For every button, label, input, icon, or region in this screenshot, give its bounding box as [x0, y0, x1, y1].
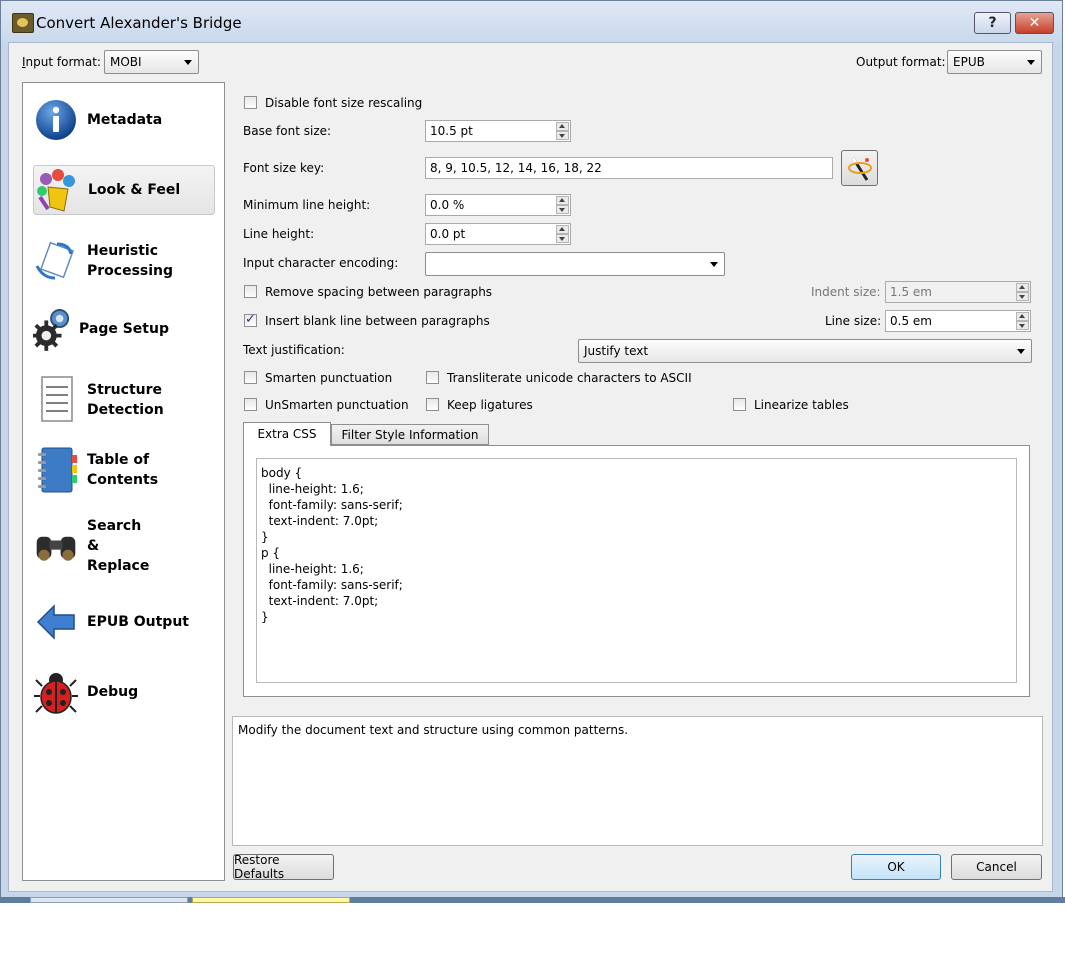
- indent-size-spinbox[interactable]: 1.5 em: [885, 281, 1031, 303]
- sidebar-item-debug[interactable]: Debug: [33, 667, 213, 717]
- sidebar-item-heuristic-processing[interactable]: Heuristic Processing: [33, 237, 213, 285]
- ladybug-icon: [33, 669, 79, 715]
- sidebar-item-table-of-contents[interactable]: Table of Contents: [33, 445, 213, 495]
- binoculars-icon: [33, 523, 79, 569]
- unsmarten-punctuation-label: UnSmarten punctuation: [265, 398, 409, 412]
- spin-down-icon[interactable]: [556, 234, 569, 243]
- font-key-label: Font size key:: [243, 161, 325, 175]
- spin-up-icon[interactable]: [556, 196, 569, 205]
- spin-down-icon[interactable]: [1016, 321, 1029, 330]
- sidebar-label: Page Setup: [79, 321, 169, 337]
- sidebar-item-structure-detection[interactable]: Structure Detection: [33, 375, 213, 425]
- title-bar: Convert Alexander's Bridge ? ✕: [1, 1, 1062, 43]
- sidebar-label: Contents: [87, 472, 159, 488]
- input-format-label: Input format:: [22, 55, 101, 69]
- close-button[interactable]: ✕: [1015, 12, 1054, 34]
- arrow-left-icon: [33, 599, 79, 645]
- sidebar: Metadata Look & Feel Heuristic Processing…: [22, 82, 225, 881]
- tab-extra-css[interactable]: Extra CSS: [243, 422, 331, 446]
- restore-defaults-button[interactable]: Restore Defaults: [233, 853, 334, 881]
- font-key-input[interactable]: 8, 9, 10.5, 12, 14, 16, 18, 22: [425, 157, 833, 179]
- min-line-height-spinbox[interactable]: 0.0 %: [425, 194, 571, 216]
- sidebar-label: Search: [87, 518, 142, 534]
- encoding-label: Input character encoding:: [243, 256, 399, 270]
- text-justification-select[interactable]: Justify text: [578, 339, 1032, 363]
- linearize-tables-checkbox[interactable]: [733, 398, 746, 411]
- help-button[interactable]: ?: [974, 12, 1011, 34]
- remove-spacing-checkbox[interactable]: [244, 285, 257, 298]
- info-icon: [33, 97, 79, 143]
- sidebar-label: Detection: [87, 402, 164, 418]
- ok-button[interactable]: OK: [851, 854, 941, 880]
- sidebar-label: Metadata: [87, 112, 163, 128]
- window-title: Convert Alexander's Bridge: [36, 14, 242, 32]
- sidebar-label: Table of: [87, 452, 150, 468]
- sidebar-label: Debug: [87, 684, 139, 700]
- spin-down-icon[interactable]: [1016, 292, 1029, 301]
- taskbar-button[interactable]: [30, 897, 188, 903]
- tab-filter-style[interactable]: Filter Style Information: [331, 424, 489, 445]
- font-key-wizard-button[interactable]: [841, 150, 878, 186]
- disable-rescale-checkbox[interactable]: [244, 96, 257, 109]
- text-justification-label: Text justification:: [243, 343, 345, 357]
- disable-rescale-label: Disable font size rescaling: [265, 96, 423, 110]
- sidebar-item-search-replace[interactable]: Search & Replace: [33, 515, 213, 577]
- sidebar-item-epub-output[interactable]: EPUB Output: [33, 599, 213, 645]
- output-format-select[interactable]: EPUB: [947, 50, 1042, 74]
- min-line-height-label: Minimum line height:: [243, 198, 371, 212]
- help-text: Modify the document text and structure u…: [238, 723, 629, 737]
- indent-size-label: Indent size:: [811, 285, 881, 299]
- sidebar-item-metadata[interactable]: Metadata: [33, 97, 213, 143]
- smarten-punctuation-label: Smarten punctuation: [265, 371, 393, 385]
- keep-ligatures-checkbox[interactable]: [426, 398, 439, 411]
- chevron-down-icon: [1017, 349, 1025, 354]
- remove-spacing-label: Remove spacing between paragraphs: [265, 285, 493, 299]
- encoding-select[interactable]: [425, 252, 725, 276]
- output-format-label: Output format:: [856, 55, 946, 69]
- input-format-select[interactable]: MOBI: [104, 50, 199, 74]
- extra-css-editor[interactable]: body { line-height: 1.6; font-family: sa…: [256, 458, 1017, 683]
- magic-wand-icon: [847, 157, 872, 181]
- document-icon: [33, 376, 79, 423]
- unsmarten-punctuation-checkbox[interactable]: [244, 398, 257, 411]
- spin-down-icon[interactable]: [556, 205, 569, 214]
- app-icon: [12, 13, 34, 33]
- sidebar-item-look-and-feel[interactable]: Look & Feel: [33, 165, 215, 215]
- help-text-box: Modify the document text and structure u…: [232, 716, 1043, 846]
- sidebar-label: Processing: [87, 263, 174, 279]
- paint-icon: [34, 167, 80, 213]
- taskbar-button-active[interactable]: [192, 897, 350, 903]
- insert-blank-line-checkbox[interactable]: [244, 312, 257, 327]
- insert-blank-line-label: Insert blank line between paragraphs: [265, 314, 490, 328]
- base-font-label: Base font size:: [243, 124, 332, 138]
- line-height-spinbox[interactable]: 0.0 pt: [425, 223, 571, 245]
- chevron-down-icon: [710, 262, 718, 267]
- line-size-spinbox[interactable]: 0.5 em: [885, 310, 1031, 332]
- sidebar-label: EPUB Output: [87, 614, 189, 630]
- transliterate-label: Transliterate unicode characters to ASCI…: [447, 371, 692, 385]
- sidebar-label: Heuristic: [87, 243, 159, 259]
- notebook-icon: [33, 447, 79, 493]
- spin-down-icon[interactable]: [556, 131, 569, 140]
- sidebar-label: &: [87, 538, 100, 554]
- sidebar-label: Replace: [87, 558, 150, 574]
- base-font-spinbox[interactable]: 10.5 pt: [425, 120, 571, 142]
- sidebar-label: Structure: [87, 382, 163, 398]
- spin-up-icon[interactable]: [1016, 283, 1029, 292]
- transliterate-checkbox[interactable]: [426, 371, 439, 384]
- keep-ligatures-label: Keep ligatures: [447, 398, 533, 412]
- spin-up-icon[interactable]: [556, 225, 569, 234]
- cancel-button[interactable]: Cancel: [951, 854, 1042, 880]
- spin-up-icon[interactable]: [556, 122, 569, 131]
- gears-icon: [33, 306, 71, 352]
- sidebar-label: Look & Feel: [88, 182, 181, 198]
- line-height-label: Line height:: [243, 227, 315, 241]
- smarten-punctuation-checkbox[interactable]: [244, 371, 257, 384]
- linearize-tables-label: Linearize tables: [754, 398, 849, 412]
- line-size-label: Line size:: [825, 314, 882, 328]
- refresh-document-icon: [33, 238, 79, 284]
- spin-up-icon[interactable]: [1016, 312, 1029, 321]
- sidebar-item-page-setup[interactable]: Page Setup: [33, 305, 213, 353]
